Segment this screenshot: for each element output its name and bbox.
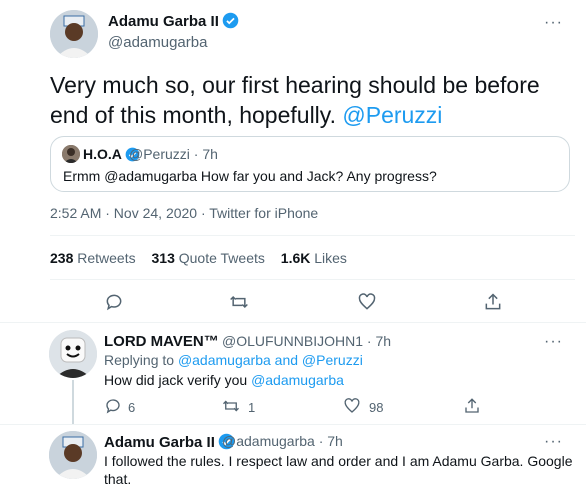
reply-author-name[interactable]: Adamu Garba II [104,433,235,451]
quoted-tweet-text: Ermm @adamugarba How far you and Jack? A… [63,168,437,184]
main-author-handle[interactable]: @adamugarba [108,34,207,51]
reply-handle-time[interactable]: @OLUFUNNBIJOHN1 · 7h [222,333,391,349]
more-options-icon[interactable]: ··· [544,14,563,32]
like-icon[interactable] [357,292,377,312]
divider [0,424,586,425]
retweet-icon[interactable] [222,397,240,415]
more-options-icon[interactable]: ··· [544,333,563,351]
divider [0,322,586,323]
replying-to: Replying to @adamugarba and @Peruzzi [104,352,363,368]
retweet-count: 1 [248,400,256,415]
like-count: 98 [369,400,384,415]
mention-link[interactable]: @Peruzzi [302,352,363,368]
like-icon[interactable] [343,397,361,415]
quote-tweets-stat[interactable]: 313 Quote Tweets [152,250,265,266]
reply-avatar[interactable] [49,330,97,378]
reply-handle-time[interactable]: @adamugarba · 7h [222,433,343,449]
mention-link[interactable]: @adamugarba [251,372,344,388]
more-options-icon[interactable]: ··· [544,433,563,451]
quoted-handle-time: @Peruzzi · 7h [129,146,218,162]
main-avatar[interactable] [50,10,98,58]
divider [50,279,575,280]
share-icon[interactable] [483,292,503,312]
mention-link[interactable]: @Peruzzi [342,102,442,128]
quoted-avatar [62,145,80,163]
engagement-stats: 238 Retweets 313 Quote Tweets 1.6K Likes [50,250,359,266]
mention-link[interactable]: @adamugarba [178,352,271,368]
reply-avatar[interactable] [49,431,97,479]
retweets-stat[interactable]: 238 Retweets [50,250,136,266]
quoted-tweet[interactable]: H.O.A @Peruzzi · 7h Ermm @adamugarba How… [50,136,570,192]
person-icon [49,431,97,479]
thread-line [72,380,74,424]
reply-count: 6 [128,400,136,415]
reply-tweet-text: I followed the rules. I respect law and … [104,453,573,487]
reply-tweet-text: How did jack verify you @adamugarba [104,372,344,388]
person-icon [62,145,80,163]
reply-icon[interactable] [104,292,124,312]
share-icon[interactable] [463,397,481,415]
likes-stat[interactable]: 1.6K Likes [281,250,347,266]
quoted-mention: @adamugarba [104,168,198,184]
reply-author-name[interactable]: LORD MAVEN™ [104,333,219,350]
divider [50,235,575,236]
tweet-timestamp[interactable]: 2:52 AM · Nov 24, 2020 · Twitter for iPh… [50,205,318,221]
main-author-name[interactable]: Adamu Garba II [108,12,239,30]
reply-icon[interactable] [104,397,122,415]
marshmello-avatar-icon [49,330,97,378]
main-tweet-text: Very much so, our first hearing should b… [50,72,540,128]
retweet-icon[interactable] [229,292,249,312]
verified-badge-icon [222,12,239,29]
person-icon [50,10,98,58]
